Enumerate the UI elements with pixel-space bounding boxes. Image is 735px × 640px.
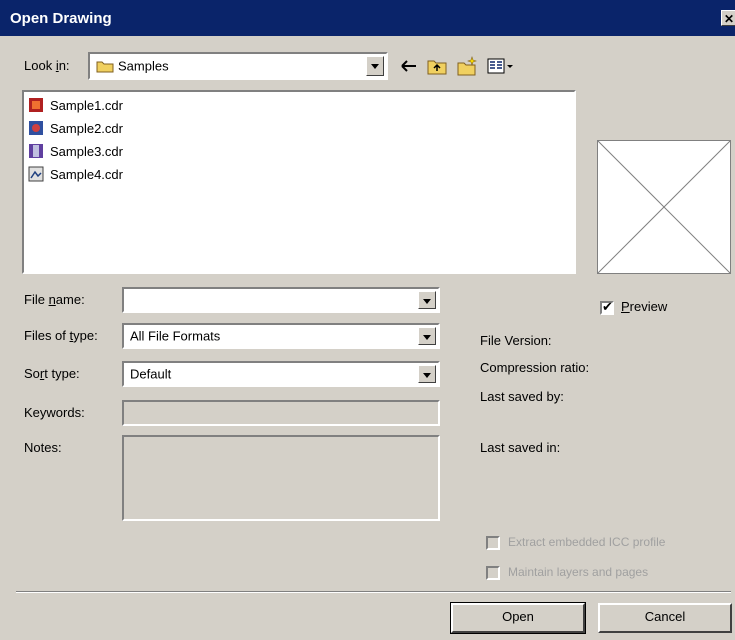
look-in-value: Samples [118,58,169,74]
maintain-layers-label: Maintain layers and pages [508,565,649,579]
cdr-file-icon [29,121,43,135]
file-name: Sample4.cdr [50,166,123,182]
list-item[interactable]: Sample1.cdr [28,94,123,116]
maintain-layers-checkbox[interactable] [486,566,500,580]
file-list[interactable]: Sample1.cdr Sample2.cdr Sample3.cdr Samp… [22,90,576,274]
open-button[interactable]: Open [450,602,586,634]
dialog-title: Open Drawing [10,10,112,27]
last-saved-by-label: Last saved by: [480,389,564,404]
files-of-type-value: All File Formats [130,328,221,344]
keywords-label: Keywords: [24,405,85,420]
back-arrow-icon[interactable] [398,55,420,77]
cdr-file-icon [29,144,43,158]
look-in-label: Look in: [24,58,70,73]
folder-icon [96,61,114,73]
list-item[interactable]: Sample3.cdr [28,140,123,162]
look-in-dropdown-arrow[interactable] [366,56,384,76]
view-menu-icon[interactable] [486,55,516,77]
files-of-type-dropdown-arrow[interactable] [418,327,436,345]
close-button[interactable]: ✕ [721,10,735,26]
file-name-label: File name: [24,292,85,307]
preview-pane [597,140,731,274]
sort-type-combo[interactable]: Default [122,361,440,387]
no-preview-icon [597,140,731,274]
file-name: Sample2.cdr [50,120,123,136]
keywords-field [122,400,440,426]
sort-type-label: Sort type: [24,366,80,381]
up-folder-icon[interactable] [426,55,448,77]
file-name-combo[interactable] [122,287,440,313]
file-version-label: File Version: [480,333,552,348]
sort-type-dropdown-arrow[interactable] [418,365,436,383]
new-folder-icon[interactable] [456,55,478,77]
file-name: Sample1.cdr [50,97,123,113]
file-name: Sample3.cdr [50,143,123,159]
close-icon: ✕ [723,12,735,26]
list-item[interactable]: Sample2.cdr [28,117,123,139]
sort-type-value: Default [130,366,172,382]
files-of-type-label: Files of type: [24,328,98,343]
last-saved-in-label: Last saved in: [480,440,561,455]
files-of-type-combo[interactable]: All File Formats [122,323,440,349]
check-icon: ✔ [602,299,613,314]
preview-checkbox[interactable]: ✔ [600,299,614,315]
button-separator [16,591,731,593]
list-item[interactable]: Sample4.cdr [28,163,123,185]
file-name-dropdown-arrow[interactable] [418,291,436,309]
extract-icc-checkbox[interactable] [486,536,500,550]
title-bar: Open Drawing ✕ [0,0,735,36]
cdr-file-icon [28,166,44,182]
cdr-file-icon [29,98,43,112]
compression-ratio-label: Compression ratio: [480,360,590,375]
cancel-button[interactable]: Cancel [598,603,732,633]
extract-icc-label: Extract embedded ICC profile [508,535,666,549]
notes-label: Notes: [24,440,62,455]
preview-label: Preview [621,299,668,314]
look-in-combo[interactable]: Samples [88,52,388,80]
notes-field [122,435,440,521]
